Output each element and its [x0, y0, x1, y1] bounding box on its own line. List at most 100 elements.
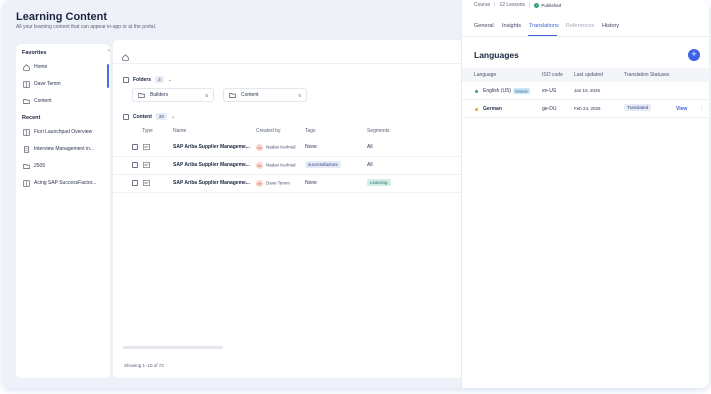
folder-icon [229, 92, 236, 99]
row-name[interactable]: SAP Ariba Supplier Manageme... [173, 162, 250, 168]
row-checkbox[interactable] [132, 144, 138, 150]
sidebar-item-home[interactable]: Home [22, 61, 106, 73]
main-toolbar [113, 40, 463, 64]
sidebar-recent-item[interactable]: 2505 [22, 160, 106, 172]
book-icon [22, 179, 30, 187]
row-creator: NK Nadav Kerlmal [256, 162, 296, 169]
sidebar-item-label: Fiori Launchpad Overview [34, 129, 93, 135]
tab-references[interactable]: References [566, 23, 594, 29]
folder-icon [138, 92, 145, 99]
lesson-type-icon [143, 162, 150, 170]
source-badge: Source [513, 87, 530, 94]
language-status-dot [475, 108, 478, 111]
content-label: Content [133, 113, 152, 120]
recent-heading: Recent [22, 115, 41, 121]
view-translation-link[interactable]: View [676, 106, 687, 112]
folders-section-header: Folders 3 ⌄ [123, 76, 172, 83]
column-last-updated: Last updated [574, 72, 603, 78]
pagination-summary: Showing 1–10 of 72 [124, 363, 164, 368]
lesson-type-icon [143, 180, 150, 188]
sidebar-item-label: 2505 [34, 163, 46, 169]
column-tags[interactable]: Tags [305, 128, 316, 134]
folder-item-count: 0 [298, 92, 301, 98]
avatar: NK [256, 162, 263, 169]
sidebar-item-label: Dave Temm [34, 81, 61, 87]
translation-status-badge: Translated [624, 104, 652, 111]
column-translation-status: Translation Statuses [624, 72, 670, 78]
last-updated: Feb 24, 2026 [574, 106, 601, 111]
column-segments[interactable]: Segments [367, 128, 390, 134]
column-created-by[interactable]: Created by [256, 128, 280, 134]
row-name[interactable]: SAP Ariba Supplier Manageme... [173, 144, 250, 150]
tab-insights[interactable]: Insights [502, 23, 521, 29]
creator-name: Nadav Kerlmal [266, 162, 296, 168]
table-row[interactable]: SAP Ariba Supplier Manageme... NK Nadav K… [113, 157, 463, 175]
course-details-panel: Course | 12 Lessons | ✓ Published Genera… [461, 0, 709, 388]
languages-table-header: Language ISO code Last updated Translati… [462, 68, 709, 82]
more-options-icon[interactable]: ⋮ [699, 106, 704, 112]
language-name: German [483, 106, 502, 112]
tab-history[interactable]: History [602, 23, 619, 29]
segment-badge: Learning [367, 179, 391, 186]
collapse-sidebar-button[interactable]: ‹ [105, 47, 113, 55]
folders-count-badge: 3 [155, 76, 164, 83]
table-row[interactable]: SAP Ariba Supplier Manageme... NK Nadav K… [113, 139, 463, 157]
home-icon [22, 63, 30, 71]
content-table-header: Type Name Created by Tags Segments [113, 128, 463, 138]
chevron-down-icon[interactable]: ⌄ [168, 77, 172, 83]
sidebar-item-label: Acing SAP SuccessFactor... [34, 180, 97, 186]
sidebar-recent-item[interactable]: Interview Management in... [22, 143, 106, 155]
language-row-german[interactable]: German ge-DU Feb 24, 2026 Translated Vie… [462, 100, 709, 118]
horizontal-scrollbar[interactable] [123, 346, 223, 349]
row-name[interactable]: SAP Ariba Supplier Manageme... [173, 180, 250, 186]
row-tags: None [305, 180, 317, 186]
folders-select-all-checkbox[interactable] [123, 76, 129, 83]
row-segment: All [367, 162, 373, 168]
home-icon[interactable] [122, 48, 129, 66]
tag-badge: successfactors [305, 161, 341, 168]
table-row[interactable]: SAP Ariba Supplier Manageme... DT Dave Te… [113, 175, 463, 193]
main-content: Folders 3 ⌄ Builders 5 Content 0 Content… [113, 40, 463, 378]
language-label: English (US) [483, 88, 512, 94]
status-label: Published [541, 2, 562, 8]
language-status-dot [475, 90, 478, 93]
iso-code: ge-DU [542, 106, 557, 112]
tab-divider [462, 36, 709, 37]
content-section-header: Content 20 ⌄ [123, 113, 175, 120]
row-checkbox[interactable] [132, 162, 138, 168]
column-language: Language [474, 72, 497, 78]
doc-icon [22, 145, 30, 153]
avatar: DT [256, 180, 263, 187]
language-name: English (US) Source [483, 87, 530, 94]
sidebar-scrollbar[interactable] [107, 64, 109, 88]
tab-translations[interactable]: Translations [529, 23, 559, 29]
folder-item-count: 5 [205, 92, 208, 98]
creator-name: Dave Temm [266, 180, 290, 186]
sidebar-item-label: Content [34, 98, 52, 104]
row-checkbox[interactable] [132, 180, 138, 186]
page-subtitle: All your learning content that can appea… [16, 24, 157, 30]
sidebar-recent-item[interactable]: Fiori Launchpad Overview [22, 126, 106, 138]
folder-card-content[interactable]: Content 0 [223, 88, 307, 102]
sidebar-recent-item[interactable]: Acing SAP SuccessFactor... [22, 177, 106, 189]
column-name[interactable]: Name [173, 128, 186, 134]
folder-icon [22, 162, 30, 170]
language-row-english[interactable]: English (US) Source en-US Jan 10, 2026 [462, 82, 709, 100]
lesson-type-icon [143, 144, 150, 152]
app-window: Learning Content All your learning conte… [3, 0, 709, 388]
sidebar-item-label: Interview Management in... [34, 146, 95, 152]
sidebar-item-label: Home [34, 64, 48, 70]
folder-name: Builders [150, 92, 169, 98]
lesson-count: 12 Lessons [499, 2, 526, 8]
chevron-down-icon[interactable]: ⌄ [171, 114, 175, 120]
add-language-button[interactable]: + [688, 49, 700, 61]
page-title: Learning Content [16, 11, 108, 23]
column-iso-code: ISO code [542, 72, 563, 78]
status-badge: ✓ Published [534, 2, 562, 8]
content-select-all-checkbox[interactable] [123, 113, 129, 120]
sidebar-item-dave-temm[interactable]: Dave Temm [22, 78, 106, 90]
tab-general[interactable]: General [474, 23, 494, 29]
sidebar-item-content[interactable]: Content [22, 95, 106, 107]
folder-card-builders[interactable]: Builders 5 [132, 88, 214, 102]
column-type[interactable]: Type [142, 128, 153, 134]
